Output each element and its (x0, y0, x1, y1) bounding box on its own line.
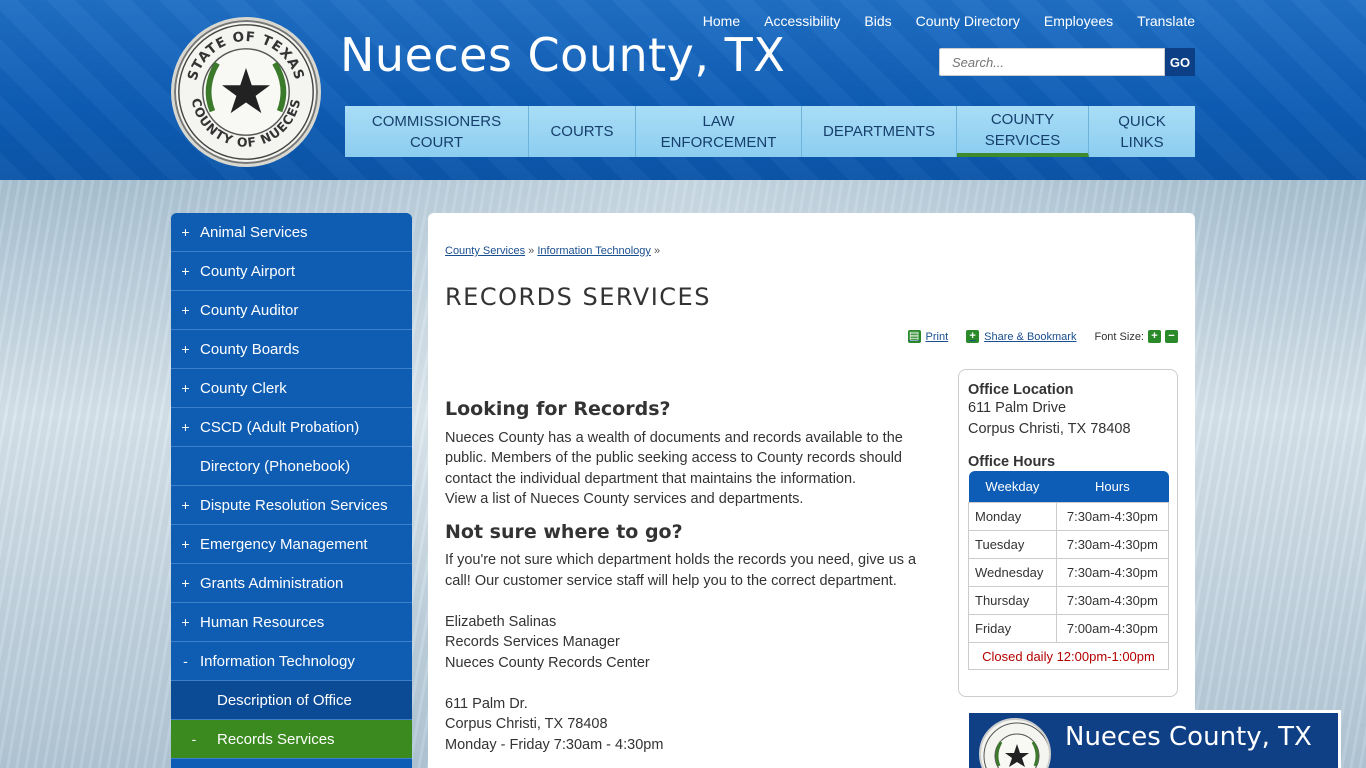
expand-icon[interactable]: + (171, 380, 200, 396)
sidebar-nav: + Animal Services + County Airport + County… (171, 213, 412, 768)
util-link-home[interactable]: Home (703, 13, 740, 29)
search-bar: GO (939, 48, 1195, 76)
sidebar-item-grants-administration[interactable]: + Grants Administration (171, 564, 412, 603)
help-paragraph: If you're not sure which department hold… (445, 552, 917, 589)
table-row: Wednesday 7:30am-4:30pm (968, 557, 1170, 587)
footer-banner: Nueces County, TX (966, 710, 1341, 768)
contact-title: Records Services Manager (445, 634, 620, 650)
table-row: Monday 7:30am-4:30pm (968, 501, 1170, 531)
util-link-accessibility[interactable]: Accessibility (764, 13, 840, 29)
contact-hours: Monday - Friday 7:30am - 4:30pm (445, 736, 664, 753)
main-nav: COMMISSIONERS COURT COURTS LAW ENFORCEMENT… (345, 106, 1195, 157)
expand-icon[interactable]: + (171, 341, 200, 357)
print-link[interactable]: ▤ Print (907, 330, 948, 343)
expand-icon[interactable]: + (171, 263, 200, 279)
contact-org: Nueces County Records Center (445, 654, 650, 671)
sidebar-item-county-boards[interactable]: + County Boards (171, 330, 412, 369)
search-go-button[interactable]: GO (1165, 48, 1195, 76)
expand-icon[interactable]: + (171, 224, 200, 240)
printer-icon: ▤ (907, 330, 921, 343)
page-title: RECORDS SERVICES (445, 283, 711, 311)
site-title[interactable]: Nueces County, TX (340, 28, 785, 82)
county-seal-logo[interactable]: STATE OF TEXAS COUNTY OF NUECES (171, 17, 321, 167)
nav-courts[interactable]: COURTS (529, 106, 636, 157)
expand-icon[interactable]: + (171, 575, 200, 591)
search-input[interactable] (939, 48, 1165, 76)
util-link-translate[interactable]: Translate (1137, 13, 1195, 29)
office-hours-heading: Office Hours (968, 454, 1056, 470)
office-location-heading: Office Location (968, 382, 1074, 398)
footer-seal-logo[interactable] (979, 718, 1051, 768)
sidebar-item-information-technology[interactable]: - Information Technology (171, 642, 412, 681)
breadcrumb-information-technology[interactable]: Information Technology (537, 245, 651, 257)
intro-paragraph: Nueces County has a wealth of documents … (445, 429, 903, 487)
expand-icon[interactable]: + (171, 497, 200, 513)
expand-icon[interactable]: + (171, 419, 200, 435)
plus-square-icon: + (966, 330, 980, 343)
font-decrease-icon[interactable]: − (1165, 330, 1178, 343)
expand-icon[interactable]: + (171, 302, 200, 318)
collapse-icon[interactable]: - (171, 731, 217, 747)
font-increase-icon[interactable]: + (1148, 330, 1161, 343)
share-bookmark-link[interactable]: + Share & Bookmark (966, 330, 1076, 343)
section-heading-looking-for-records: Looking for Records? (445, 398, 671, 420)
expand-icon[interactable]: + (171, 536, 200, 552)
sidebar-item-county-clerk[interactable]: + County Clerk (171, 369, 412, 408)
sidebar-item-county-airport[interactable]: + County Airport (171, 252, 412, 291)
sidebar-item-animal-services[interactable]: + Animal Services (171, 213, 412, 252)
address-line-1: 611 Palm Dr. (445, 695, 528, 712)
office-street: 611 Palm Drive (968, 400, 1067, 416)
services-list-link[interactable]: View a list of Nueces County services an… (445, 489, 925, 510)
nav-quick-links[interactable]: QUICK LINKS (1089, 106, 1195, 157)
sidebar-item-human-resources[interactable]: + Human Resources (171, 603, 412, 642)
font-size-control: Font Size: + − (1094, 330, 1178, 343)
address-line-2: Corpus Christi, TX 78408 (445, 716, 608, 732)
sidebar-item-county-auditor[interactable]: + County Auditor (171, 291, 412, 330)
table-header-weekday: Weekday (968, 471, 1057, 502)
utility-nav: Home Accessibility Bids County Directory… (703, 13, 1195, 29)
table-row: Tuesday 7:30am-4:30pm (968, 529, 1170, 559)
util-link-employees[interactable]: Employees (1044, 13, 1113, 29)
nav-departments[interactable]: DEPARTMENTS (802, 106, 957, 157)
sidebar-subitem-description-of-office[interactable]: Description of Office (171, 681, 412, 720)
site-header: STATE OF TEXAS COUNTY OF NUECES Nueces C… (0, 0, 1366, 180)
expand-icon[interactable]: + (171, 614, 200, 630)
nav-law-enforcement[interactable]: LAW ENFORCEMENT (636, 106, 802, 157)
page-body: Looking for Records? Nueces County has a… (445, 399, 925, 755)
footer-title: Nueces County, TX (1065, 722, 1312, 752)
util-link-county-directory[interactable]: County Directory (916, 13, 1020, 29)
table-row: Thursday 7:30am-4:30pm (968, 585, 1170, 615)
office-hours-table: Weekday Hours Monday 7:30am-4:30pm Tuesda… (968, 471, 1170, 643)
breadcrumb-county-services[interactable]: County Services (445, 245, 525, 257)
office-city: Corpus Christi, TX 78408 (968, 420, 1131, 437)
sidebar-item-emergency-management[interactable]: + Emergency Management (171, 525, 412, 564)
page-tools: ▤ Print + Share & Bookmark Font Size: + … (907, 330, 1178, 343)
office-info-card: Office Location 611 Palm Drive Corpus Ch… (958, 369, 1178, 697)
sidebar-item-cscd[interactable]: + CSCD (Adult Probation) (171, 408, 412, 447)
contact-name: Elizabeth Salinas (445, 613, 557, 630)
sidebar-item-directory[interactable]: Directory (Phonebook) (171, 447, 412, 486)
nav-county-services[interactable]: COUNTY SERVICES (957, 106, 1089, 157)
table-row: Friday 7:00am-4:30pm (968, 613, 1170, 643)
section-heading-not-sure: Not sure where to go? (445, 520, 683, 543)
closed-notice: Closed daily 12:00pm-1:00pm (968, 642, 1169, 670)
breadcrumb: County Services » Information Technology… (445, 245, 661, 257)
nav-commissioners-court[interactable]: COMMISSIONERS COURT (345, 106, 529, 157)
table-header-hours: Hours (1056, 471, 1169, 502)
sidebar-item-dispute-resolution[interactable]: + Dispute Resolution Services (171, 486, 412, 525)
util-link-bids[interactable]: Bids (864, 13, 891, 29)
content-panel: County Services » Information Technology… (428, 213, 1195, 768)
collapse-icon[interactable]: - (171, 653, 200, 669)
sidebar-subitem-records-services[interactable]: - Records Services (171, 720, 412, 759)
